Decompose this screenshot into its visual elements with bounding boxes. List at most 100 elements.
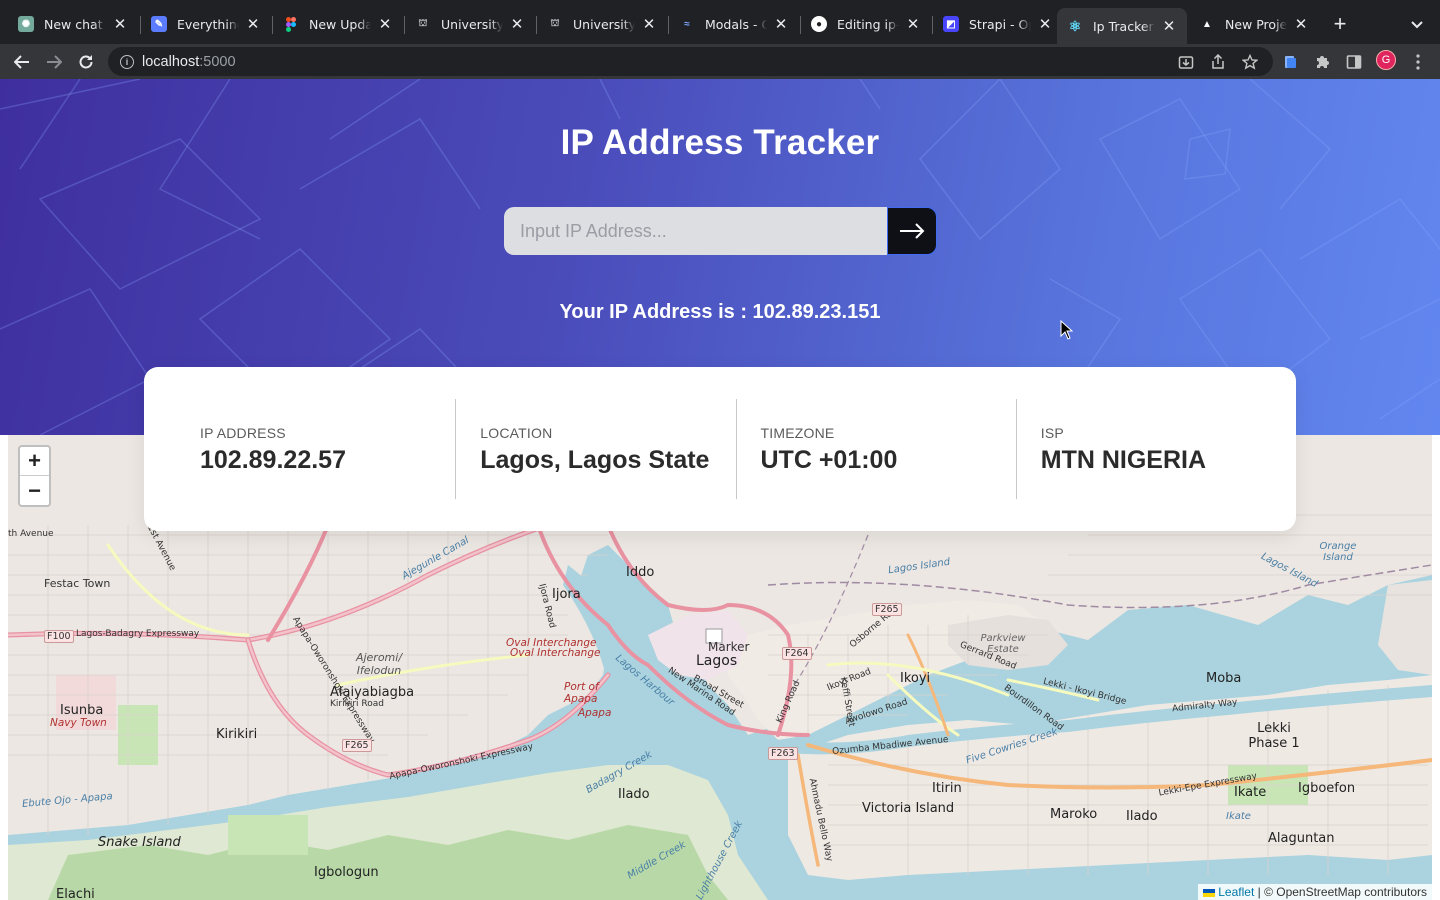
bookmark-star-icon[interactable]: [1238, 50, 1262, 74]
tab-university-1[interactable]: ⛫ University o ✕: [405, 8, 535, 40]
tab-title: University o: [573, 16, 635, 32]
info-label: ISP: [1040, 425, 1064, 441]
close-tab-icon[interactable]: ✕: [773, 16, 789, 32]
ukraine-flag-icon: [1202, 888, 1215, 897]
map-label: Maroko: [1050, 807, 1098, 822]
map-label: Snake Island: [98, 835, 181, 850]
map-label: Oval Interchange: [510, 647, 601, 659]
map-label: Alaguntan: [1268, 831, 1335, 846]
url-host: localhost: [142, 53, 200, 70]
tab-university-2[interactable]: ⛫ University o ✕: [537, 8, 667, 40]
ip-search-input[interactable]: [504, 207, 887, 255]
tab-title: Ip Tracker: [1093, 18, 1154, 34]
map-label: Lagos-Badagry Expressway: [76, 629, 200, 639]
route-shield: F265: [872, 603, 902, 616]
strapi-icon: ◩: [943, 16, 959, 32]
share-icon[interactable]: [1206, 50, 1230, 74]
extension-docs-icon[interactable]: [1278, 50, 1302, 74]
close-tab-icon[interactable]: ✕: [377, 16, 393, 32]
design-icon: ✎: [151, 16, 167, 32]
tab-everything[interactable]: ✎ Everything | ✕: [141, 8, 271, 40]
arrow-right-icon: [900, 223, 925, 239]
close-tab-icon[interactable]: ✕: [1037, 16, 1053, 32]
leaflet-link[interactable]: Leaflet: [1218, 885, 1254, 899]
tab-title: University o: [441, 16, 503, 32]
chatgpt-icon: ✺: [18, 16, 34, 32]
zoom-out-button[interactable]: −: [20, 476, 49, 505]
map-label: Moba: [1206, 671, 1242, 686]
map-label: Ilado: [618, 787, 650, 802]
zoom-in-button[interactable]: +: [20, 447, 49, 476]
close-tab-icon[interactable]: ✕: [641, 16, 657, 32]
extensions-puzzle-icon[interactable]: [1310, 50, 1334, 74]
tab-title: New Update: [309, 16, 371, 32]
map-label: Ikoyi: [900, 671, 931, 686]
close-tab-icon[interactable]: ✕: [1293, 16, 1309, 32]
tab-title: Editing ip-tr: [837, 16, 899, 32]
forward-icon[interactable]: [40, 48, 68, 76]
page-title: IP Address Tracker: [560, 123, 880, 162]
map-label: Ikate: [1226, 811, 1251, 822]
map-label: Navy Town: [50, 717, 107, 729]
map-label: Ajeromi/ Ifelodun: [355, 651, 403, 677]
map-marker-label: Marker: [708, 640, 750, 654]
map-label: Festac Town: [44, 577, 111, 590]
route-shield: F265: [342, 739, 372, 752]
back-icon[interactable]: [8, 48, 36, 76]
tab-modals[interactable]: ≈ Modals - Of ✕: [669, 8, 799, 40]
tab-new-chat[interactable]: ✺ New chat ✕: [8, 8, 138, 40]
map-label: Orange Island: [1319, 541, 1357, 563]
browser-toolbar: i localhost:5000: [0, 44, 1440, 79]
tab-new-project[interactable]: ▲ New Projec ✕: [1189, 8, 1319, 40]
url-port: :5000: [199, 53, 236, 70]
new-tab-icon[interactable]: +: [1328, 11, 1352, 36]
page-content: IP Address Tracker Your IP Address is : …: [0, 79, 1440, 900]
map-label: Iddo: [626, 565, 655, 580]
info-label: TIMEZONE: [760, 425, 835, 441]
info-value: UTC +01:00: [760, 446, 898, 474]
close-tab-icon[interactable]: ✕: [112, 16, 128, 32]
vercel-icon: ▲: [1202, 18, 1212, 30]
close-tab-icon[interactable]: ✕: [245, 16, 261, 32]
tab-strapi[interactable]: ◩ Strapi - Ope ✕: [933, 8, 1063, 40]
map-attribution: Leaflet | © OpenStreetMap contributors: [1197, 884, 1432, 900]
browser-menu-icon[interactable]: [1406, 50, 1430, 74]
ip-info-card: IP ADDRESS 102.89.22.57 LOCATION Lagos, …: [144, 367, 1296, 531]
university-icon: ⛫: [550, 17, 560, 29]
map-label: Isunba: [60, 703, 104, 718]
tab-title: Strapi - Ope: [969, 16, 1031, 32]
tab-ip-tracker[interactable]: ⚛ Ip Tracker ✕: [1057, 8, 1187, 44]
tab-new-update[interactable]: New Update ✕: [273, 8, 403, 40]
reload-icon[interactable]: [72, 48, 100, 76]
ip-search-form: [504, 207, 937, 255]
close-tab-icon[interactable]: ✕: [1161, 18, 1177, 34]
map-label: Lagos: [696, 653, 738, 669]
map-label: Lekki Phase 1: [1248, 721, 1300, 751]
osm-attribution-text: | © OpenStreetMap contributors: [1254, 885, 1427, 899]
info-ip-address: IP ADDRESS 102.89.22.57: [144, 399, 457, 499]
info-isp: ISP MTN NIGERIA: [1017, 399, 1296, 499]
info-timezone: TIMEZONE UTC +01:00: [737, 399, 1017, 499]
install-app-icon[interactable]: [1174, 50, 1198, 74]
close-tab-icon[interactable]: ✕: [509, 16, 525, 32]
search-submit-button[interactable]: [887, 207, 937, 255]
address-bar[interactable]: i localhost:5000: [108, 47, 1273, 76]
info-value: Lagos, Lagos State: [480, 446, 710, 474]
side-panel-icon[interactable]: [1342, 50, 1366, 74]
github-icon: ●: [811, 16, 827, 32]
route-shield: F263: [768, 747, 798, 760]
map-label: Igboefon: [1298, 781, 1356, 796]
your-ip-text: Your IP Address is : 102.89.23.151: [559, 301, 881, 323]
site-info-icon[interactable]: i: [120, 54, 134, 69]
tab-search-chevron-icon[interactable]: [1406, 14, 1428, 36]
map-label: Kirikiri: [216, 727, 258, 742]
close-tab-icon[interactable]: ✕: [905, 16, 921, 32]
browser-tab-strip: ✺ New chat ✕ ✎ Everything | ✕ New Update…: [0, 0, 1440, 44]
map-label: Port of Apapa: [564, 681, 599, 705]
tab-title: New Projec: [1225, 16, 1287, 32]
route-shield: F100: [44, 630, 74, 643]
tab-editing-ip-tracker[interactable]: ● Editing ip-tr ✕: [801, 8, 931, 40]
map-label: th Avenue: [8, 529, 54, 539]
profile-avatar[interactable]: G: [1376, 50, 1396, 70]
map-label: Elachi: [56, 887, 95, 900]
